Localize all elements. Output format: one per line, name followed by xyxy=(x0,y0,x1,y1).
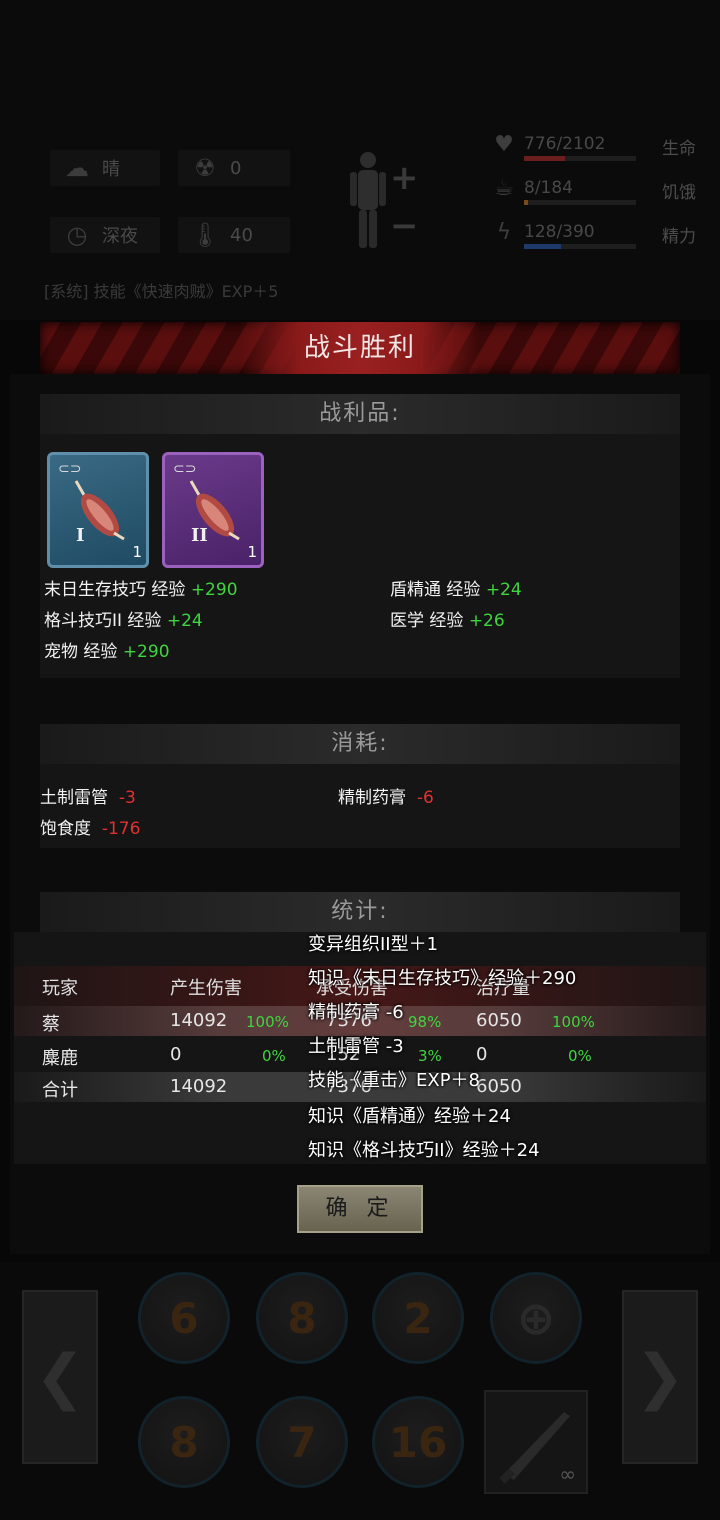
meat-icon xyxy=(74,480,125,541)
xp-line: 医学 经验 +26 xyxy=(390,611,505,631)
plus-icon[interactable]: + xyxy=(390,158,419,198)
confirm-button[interactable]: 确 定 xyxy=(297,1185,423,1233)
body-figure-icon[interactable] xyxy=(348,150,388,250)
skill-slot[interactable]: 7 xyxy=(256,1396,348,1488)
weather-sun-icon: ☁ xyxy=(65,154,89,182)
consume-line: 饱食度 -176 xyxy=(40,819,141,839)
heart-icon: ♥ xyxy=(494,132,514,157)
system-log: [系统] 技能《快速肉贼》EXP＋5 xyxy=(44,282,279,301)
radiation-value: 0 xyxy=(230,157,242,179)
dialog-title: 战斗胜利 xyxy=(303,333,416,363)
health-bar-fill xyxy=(524,156,566,161)
vital-energy: ϟ 128/390 精力 xyxy=(490,220,710,250)
skill-slot[interactable]: 16 xyxy=(372,1396,464,1488)
crosshair-skill-slot[interactable]: ⊕ xyxy=(490,1272,582,1364)
floating-message: 知识《盾精通》经验＋24 xyxy=(308,1106,511,1127)
thermometer-icon: 🌡 xyxy=(189,221,221,249)
consume-line: 精制药膏 -6 xyxy=(338,788,434,808)
xp-line: 盾精通 经验 +24 xyxy=(390,580,522,600)
loot-heading: 战利品: xyxy=(40,394,680,434)
next-page-button[interactable]: ❯ xyxy=(622,1290,698,1464)
loot-item-mutant-tissue-2[interactable]: ⊂⊃ II 1 xyxy=(162,452,264,568)
temperature-value: 40 xyxy=(230,224,253,246)
skill-slot[interactable]: 8 xyxy=(256,1272,348,1364)
floating-message: 技能《重击》EXP＋8 xyxy=(308,1070,481,1091)
floating-message: 知识《格斗技巧II》经验＋24 xyxy=(308,1140,540,1161)
floating-message: 知识《末日生存技巧》经验＋290 xyxy=(308,968,577,989)
weather-value: 晴 xyxy=(102,159,120,180)
weather-cell: ☁ 晴 xyxy=(50,150,160,186)
time-cell: ◷ 深夜 xyxy=(50,217,160,253)
energy-bar-fill xyxy=(524,244,561,249)
floating-message: 精制药膏 -6 xyxy=(308,1002,404,1023)
xp-line: 末日生存技巧 经验 +290 xyxy=(44,580,238,600)
floating-message: 土制雷管 -3 xyxy=(308,1036,404,1057)
loot-item-mutant-tissue-1[interactable]: ⊂⊃ I 1 xyxy=(47,452,149,568)
temperature-cell: 🌡 40 xyxy=(178,217,290,253)
crosshair-icon: ⊕ xyxy=(516,1291,556,1345)
meat-icon xyxy=(189,480,240,541)
minus-icon[interactable]: − xyxy=(390,206,419,246)
skill-bar xyxy=(0,1262,720,1520)
radiation-cell: ☢ 0 xyxy=(178,150,290,186)
xp-line: 格斗技巧II 经验 +24 xyxy=(44,611,203,631)
weapon-slot[interactable]: ∞ xyxy=(484,1390,588,1494)
vital-hunger: ☕ 8/184 饥饿 xyxy=(490,176,710,206)
time-value: 深夜 xyxy=(102,226,138,247)
skill-slot[interactable]: 2 xyxy=(372,1272,464,1364)
skill-slot[interactable]: 6 xyxy=(138,1272,230,1364)
hunger-bar-fill xyxy=(524,200,529,205)
skill-slot[interactable]: 8 xyxy=(138,1396,230,1488)
consume-line: 土制雷管 -3 xyxy=(40,788,136,808)
prev-page-button[interactable]: ❮ xyxy=(22,1290,98,1464)
radiation-icon: ☢ xyxy=(194,154,216,182)
stomach-icon: ☕ xyxy=(494,176,514,201)
floating-message: 变异组织II型＋1 xyxy=(308,934,439,955)
consume-heading: 消耗: xyxy=(40,724,680,764)
stats-heading: 统计: xyxy=(40,892,680,932)
xp-line: 宠物 经验 +290 xyxy=(44,642,170,662)
vital-health: ♥ 776/2102 生命 xyxy=(490,132,710,162)
clock-icon: ◷ xyxy=(66,221,88,249)
energy-icon: ϟ xyxy=(496,220,512,245)
